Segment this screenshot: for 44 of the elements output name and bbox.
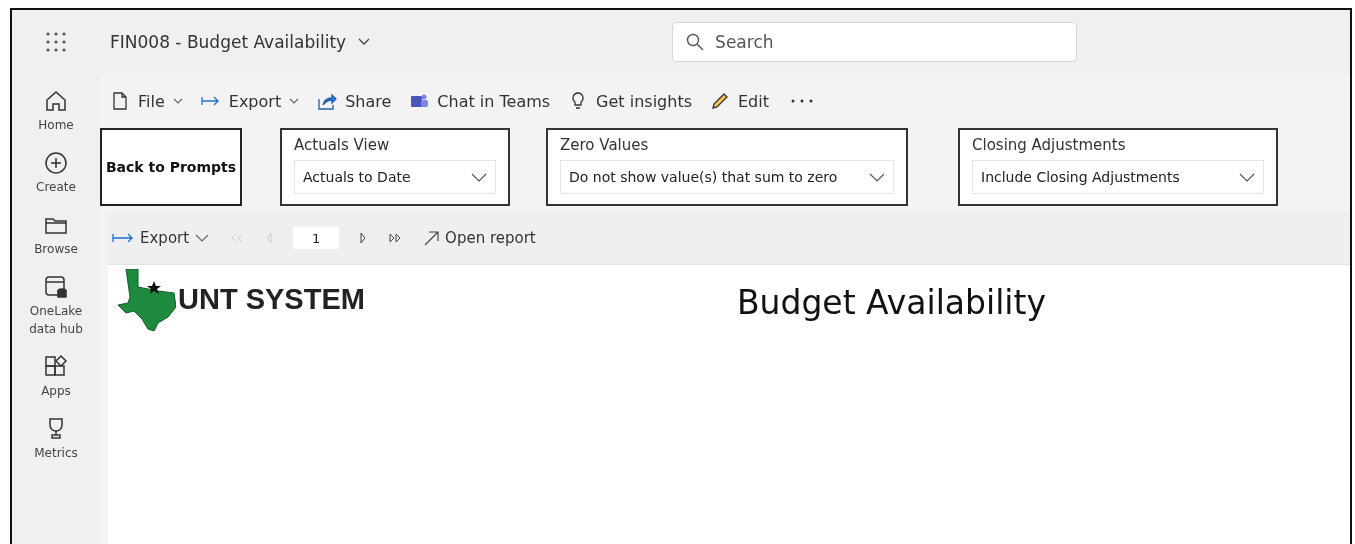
share-icon <box>317 91 338 111</box>
report-heading: Budget Availability <box>736 283 1046 322</box>
nav-item[interactable]: Metrics <box>16 416 96 462</box>
dropdown[interactable]: Actuals to Date <box>294 160 496 194</box>
chevron-down-icon <box>172 98 183 104</box>
toolbar-button[interactable]: Chat in Teams <box>409 91 551 111</box>
search-field[interactable]: Search <box>672 22 1078 62</box>
toolbar-button[interactable]: Edit <box>710 91 769 111</box>
nav-item[interactable]: Browse <box>16 212 96 258</box>
slicer-title: Closing Adjustments <box>972 136 1127 154</box>
home-icon <box>43 88 69 114</box>
toolbar-button[interactable]: File <box>110 91 183 111</box>
pencil-icon <box>710 91 730 111</box>
next-page-icon[interactable] <box>359 232 368 244</box>
nav-item[interactable]: Create <box>16 150 96 196</box>
nav-item[interactable]: Apps <box>16 354 96 400</box>
chevron-down-icon <box>195 234 210 242</box>
back-to-prompts-button[interactable]: Back to Prompts <box>100 128 242 206</box>
open-report-button[interactable]: Open report <box>423 229 536 247</box>
dropdown[interactable]: Do not show value(s) that sum to zero <box>560 160 894 194</box>
nav-item[interactable]: OneLake data hub <box>16 274 96 338</box>
chevron-down-icon <box>471 172 487 182</box>
create-icon <box>43 150 69 176</box>
chevron-down-icon[interactable] <box>358 38 371 46</box>
dropdown[interactable]: Include Closing Adjustments <box>972 160 1264 194</box>
arrow-up-right-icon <box>423 230 440 246</box>
report-title[interactable]: FIN008 - Budget Availability <box>110 32 347 52</box>
toolbar-button[interactable]: Share <box>317 91 392 111</box>
slicer-title: Zero Values <box>560 136 650 154</box>
slicer-title: Actuals View <box>294 136 391 154</box>
toolbar-button[interactable]: Export <box>200 91 300 111</box>
more-icon[interactable] <box>790 99 813 103</box>
page-number-field[interactable]: 1 <box>293 227 340 249</box>
export-icon <box>112 232 134 244</box>
export-button[interactable]: Export <box>112 229 210 247</box>
logo-text: UNT SYSTEM <box>178 283 365 316</box>
file-icon <box>110 91 130 111</box>
nav-item[interactable]: Home <box>16 88 96 134</box>
chevron-down-icon <box>289 98 300 104</box>
chevron-down-icon <box>869 172 885 182</box>
app-launcher-icon[interactable] <box>45 31 67 53</box>
toolbar-button[interactable]: Get insights <box>568 91 692 111</box>
search-icon <box>686 33 705 51</box>
chevron-down-icon <box>1239 172 1255 182</box>
